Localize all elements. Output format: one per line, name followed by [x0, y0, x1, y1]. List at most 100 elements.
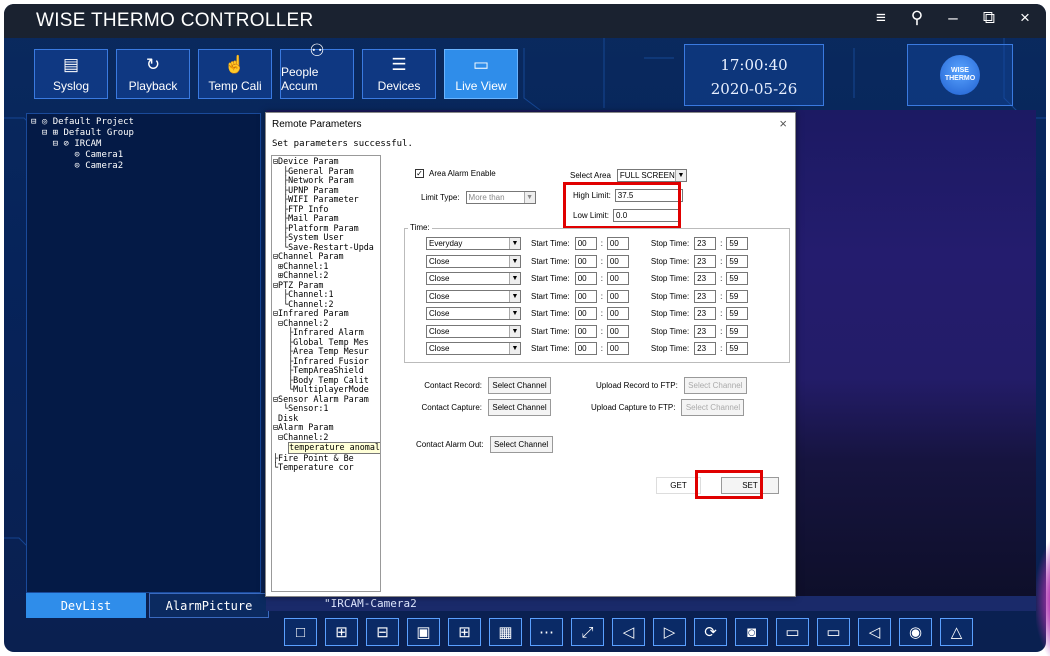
temp-cali-button[interactable]: ☝ Temp Cali: [198, 49, 272, 99]
select-area-dropdown[interactable]: FULL SCREEN ▼: [616, 169, 687, 182]
upload-record-select-button[interactable]: Select Channel: [683, 377, 747, 394]
schedule-day-dropdown[interactable]: Close ▼: [426, 254, 521, 268]
people-accum-label: People Accum: [281, 65, 319, 93]
prev-icon[interactable]: ◁: [612, 618, 645, 646]
upload-capture-select-button[interactable]: Select Channel: [681, 399, 745, 416]
start-minute-input[interactable]: 00: [606, 307, 629, 320]
record-icon[interactable]: ▭: [817, 618, 850, 646]
param-tree[interactable]: ⊟Device Param ├General Param ├Network Pa…: [271, 155, 381, 592]
schedule-day-dropdown[interactable]: Close ▼: [426, 324, 521, 338]
speaker-icon[interactable]: ◁: [858, 618, 891, 646]
param-tree-selected[interactable]: temperature anomaly Alarm: [288, 442, 380, 454]
layout-1-icon[interactable]: □: [284, 618, 317, 646]
menu-icon[interactable]: ≡: [870, 8, 892, 28]
start-minute-input[interactable]: 00: [606, 272, 629, 285]
playback-button[interactable]: ↻ Playback: [116, 49, 190, 99]
stop-hour-input[interactable]: 23: [694, 307, 717, 320]
user-icon[interactable]: ⚲: [906, 8, 928, 28]
start-minute-input[interactable]: 00: [606, 254, 629, 268]
logo-mark: WISE THERMO: [940, 55, 980, 95]
stop-time-label: Stop Time:: [650, 239, 690, 248]
stop-hour-input[interactable]: 23: [694, 272, 717, 285]
limit-type-dropdown[interactable]: More than ▼: [465, 191, 536, 204]
start-minute-input[interactable]: 00: [606, 342, 629, 355]
stop-minute-input[interactable]: 59: [726, 289, 749, 303]
schedule-day-dropdown[interactable]: Close ▼: [426, 289, 521, 303]
layout-8-icon[interactable]: ▣: [407, 618, 440, 646]
start-hour-input[interactable]: 00: [574, 324, 597, 338]
layout-6-icon[interactable]: ⊟: [366, 618, 399, 646]
param-tree-item[interactable]: └Temperature cor: [273, 462, 379, 473]
more-icon[interactable]: ⋯: [530, 618, 563, 646]
fullscreen-icon[interactable]: ⤢: [571, 618, 604, 646]
syslog-button[interactable]: ▤ Syslog: [34, 49, 108, 99]
tree-camera-2[interactable]: ⊙ Camera2: [31, 161, 256, 172]
start-minute-input[interactable]: 00: [606, 237, 629, 250]
start-hour-input[interactable]: 00: [574, 342, 597, 355]
live-view-label: Live View: [455, 79, 507, 93]
minimize-icon[interactable]: –: [942, 8, 964, 28]
dialog-close-icon[interactable]: ×: [779, 116, 787, 131]
stop-hour-input[interactable]: 23: [694, 237, 717, 250]
next-icon[interactable]: ▷: [653, 618, 686, 646]
stop-minute-input[interactable]: 59: [726, 272, 749, 285]
stop-minute-input[interactable]: 59: [726, 342, 749, 355]
param-tree-selected-row[interactable]: temperature anomaly Alarm: [273, 442, 380, 454]
schedule-day-value: Close: [429, 309, 450, 318]
playback-label: Playback: [128, 79, 178, 93]
syslog-label: Syslog: [52, 79, 90, 93]
stop-hour-input[interactable]: 23: [694, 342, 717, 355]
stop-minute-input[interactable]: 59: [726, 254, 749, 268]
start-hour-input[interactable]: 00: [574, 272, 597, 285]
layout-9-icon[interactable]: ⊞: [448, 618, 481, 646]
start-time-label: Start Time:: [531, 344, 570, 353]
upload-record-label: Upload Record to FTP:: [596, 381, 678, 390]
tree-group[interactable]: ⊟ ⊞ Default Group: [31, 128, 256, 139]
tree-project[interactable]: ⊟ ◎ Default Project: [31, 117, 256, 128]
stop-hour-input[interactable]: 23: [694, 289, 717, 303]
schedule-day-value: Close: [429, 291, 450, 301]
start-hour-input[interactable]: 00: [574, 237, 597, 250]
area-alarm-checkbox[interactable]: ✓: [415, 169, 424, 178]
contact-record-select-button[interactable]: Select Channel: [488, 377, 551, 394]
tree-group-label: Default Group: [63, 128, 134, 138]
close-icon[interactable]: ×: [1014, 8, 1036, 28]
contact-capture-select-button[interactable]: Select Channel: [488, 399, 551, 416]
start-minute-input[interactable]: 00: [606, 289, 629, 303]
start-hour-input[interactable]: 00: [574, 289, 597, 303]
chevron-down-icon: ▼: [509, 255, 520, 267]
people-icon: ⚇: [309, 41, 325, 60]
tree-device[interactable]: ⊟ ⊘ IRCAM: [31, 139, 256, 150]
talk-icon[interactable]: ◉: [899, 618, 932, 646]
start-hour-input[interactable]: 00: [574, 307, 597, 320]
start-minute-input[interactable]: 00: [606, 324, 629, 338]
schedule-day-dropdown[interactable]: Close ▼: [426, 342, 521, 355]
snapshot-icon[interactable]: ◙: [735, 618, 768, 646]
schedule-day-dropdown[interactable]: Close ▼: [426, 272, 521, 285]
stop-minute-input[interactable]: 59: [726, 324, 749, 338]
folder-icon[interactable]: ▭: [776, 618, 809, 646]
hand-pointer-icon: ☝: [224, 55, 246, 74]
layout-16-icon[interactable]: ▦: [489, 618, 522, 646]
schedule-day-dropdown[interactable]: Close ▼: [426, 307, 521, 320]
stop-minute-input[interactable]: 59: [726, 307, 749, 320]
tree-camera-1[interactable]: ⊙ Camera1: [31, 150, 256, 161]
stop-hour-input[interactable]: 23: [694, 324, 717, 338]
tab-devlist[interactable]: DevList: [26, 593, 146, 618]
devices-button[interactable]: ☰ Devices: [362, 49, 436, 99]
stop-minute-input[interactable]: 59: [726, 237, 749, 250]
people-accum-button[interactable]: ⚇ People Accum: [280, 42, 354, 99]
start-hour-input[interactable]: 00: [574, 254, 597, 268]
tab-alarm-picture[interactable]: AlarmPicture: [149, 593, 269, 618]
restore-icon[interactable]: ⧉: [978, 8, 1000, 28]
param-tree-item[interactable]: ⊟Channel:2: [273, 432, 379, 443]
live-view-button[interactable]: ▭ Live View: [444, 49, 518, 99]
contact-alarm-out-select-button[interactable]: Select Channel: [489, 436, 553, 453]
schedule-day-dropdown[interactable]: Everyday ▼: [426, 237, 521, 250]
layout-4-icon[interactable]: ⊞: [325, 618, 358, 646]
refresh-icon[interactable]: ⟳: [694, 618, 727, 646]
stop-hour-input[interactable]: 23: [694, 254, 717, 268]
colon: :: [720, 274, 723, 283]
alarm-icon[interactable]: △: [940, 618, 973, 646]
tree-camera-2-label: Camera2: [85, 161, 124, 171]
